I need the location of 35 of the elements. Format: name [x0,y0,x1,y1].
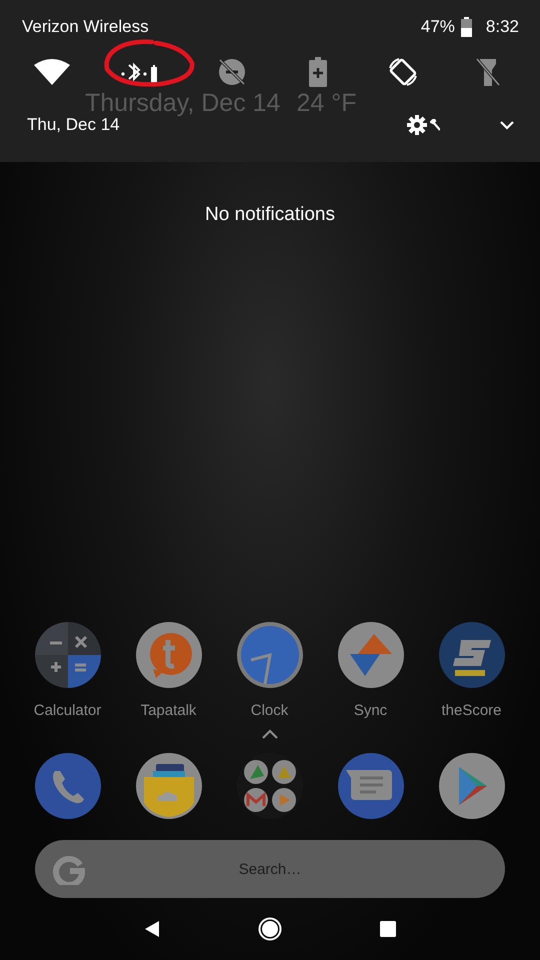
widget-date: Thursday, Dec 14 [85,90,280,117]
app-label: Tapatalk [140,702,196,719]
wrench-icon [430,119,440,131]
home-icon[interactable] [258,917,282,941]
recents-icon[interactable] [378,920,397,938]
app-drawer-chevron-icon[interactable] [262,729,278,739]
empty-notifications-text: No notifications [204,204,336,226]
triangles-icon[interactable] [338,622,404,688]
carrier-name: Verizon Wireless [22,17,150,37]
letter-s-icon[interactable] [438,622,504,688]
message-bubble-icon[interactable] [338,753,404,819]
auto-rotate-icon [386,56,419,88]
phone-icon[interactable] [34,753,100,819]
app-label: theScore [441,702,502,719]
back-icon[interactable] [143,919,162,939]
do-not-disturb-icon [217,57,248,87]
battery-percent: 47% [420,17,455,37]
wifi-icon [34,59,70,85]
widget-weather: 24 °F [296,90,356,117]
google-g-icon [53,853,85,885]
search-field[interactable]: Search… [35,840,505,898]
clock-icon[interactable] [236,622,302,688]
settings-icon[interactable] [407,115,427,135]
weather-folder-icon[interactable] [136,753,202,819]
battery-icon [460,17,472,37]
calculator-icon[interactable] [34,622,100,688]
app-label: Sync [354,702,388,719]
app-label: Calculator [34,702,102,719]
shade-date: Thu, Dec 14 [27,115,120,135]
expand-chevron-icon[interactable] [500,120,514,130]
speech-bubble-icon[interactable] [136,622,202,688]
app-label: Clock [250,702,288,719]
flashlight-icon [476,57,500,87]
battery-plus-icon [308,57,327,87]
clock-time: 8:32 [486,17,519,37]
